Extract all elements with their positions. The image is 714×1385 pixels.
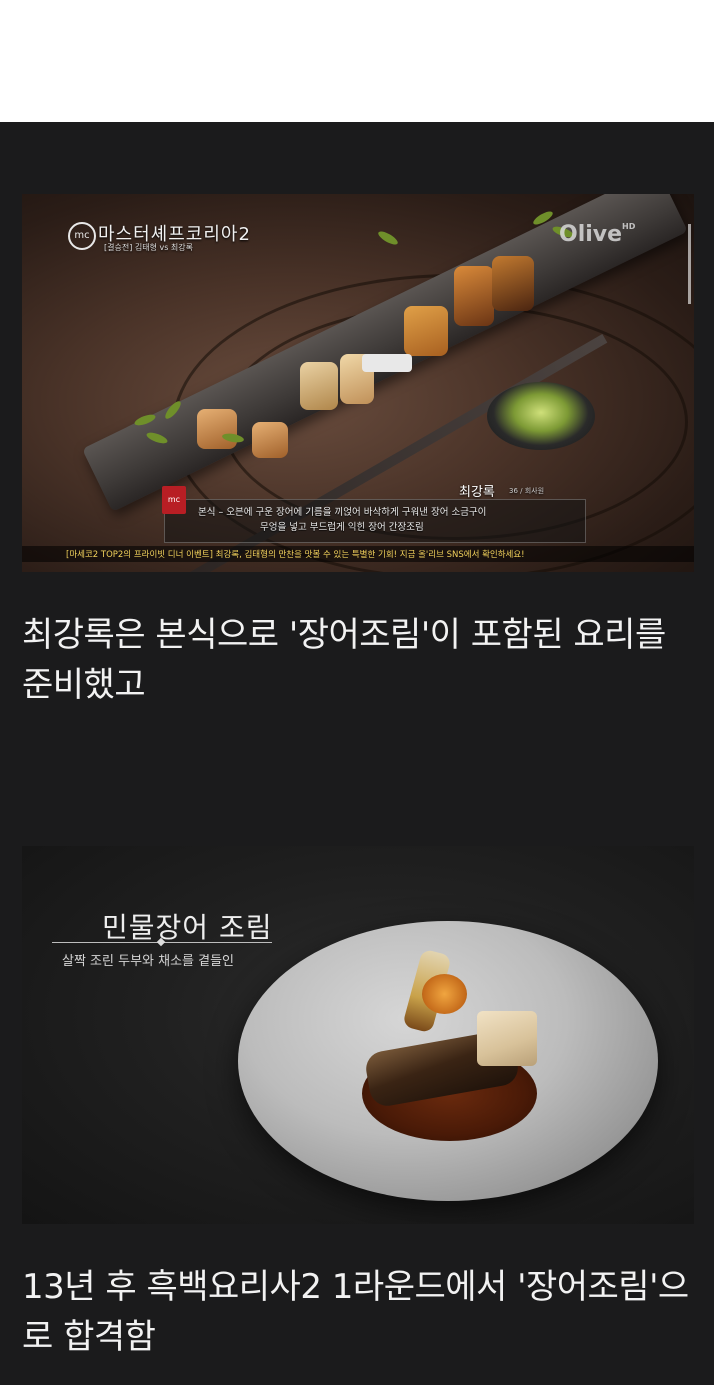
food-piece xyxy=(492,256,534,311)
chef-meta: 36 / 회사원 xyxy=(509,487,545,495)
food-piece xyxy=(300,362,338,410)
radish-slice xyxy=(362,354,412,372)
leaf-garnish xyxy=(376,229,400,247)
food-piece xyxy=(252,422,288,458)
show-subtitle: [결승전] 김태형 vs 최강록 xyxy=(104,243,194,252)
video-scroll-indicator xyxy=(688,224,691,304)
channel-logo: OliveHD xyxy=(559,222,635,247)
braised-tofu xyxy=(477,1011,537,1066)
ticker-text: [마세코2 TOP2의 프라이빗 디너 이벤트] 최강록, 김태형의 만찬을 맛… xyxy=(66,550,525,560)
caption-1: 최강록은 본식으로 '장어조림'이 포함된 요리를 준비했고 xyxy=(22,615,666,705)
orange-garnish xyxy=(422,974,467,1014)
food-piece xyxy=(404,306,448,356)
side-bowl xyxy=(487,382,595,450)
food-piece xyxy=(197,409,237,449)
chef-name: 최강록 xyxy=(459,485,495,500)
description-line-2: 무엉을 넣고 부드럽게 익힌 장어 간장조림 xyxy=(260,522,424,533)
dish-title: 민물장어 조림 xyxy=(102,911,273,944)
channel-suffix: HD xyxy=(622,222,636,231)
channel-name: Olive xyxy=(559,222,623,247)
eel-dish-image[interactable]: 민물장어 조림 살짝 조린 두부와 채소를 곁들인 xyxy=(22,846,694,1224)
masterchef-dish-image[interactable]: mc 마스터셰프코리아2 [결승전] 김태형 vs 최강록 OliveHD 최강… xyxy=(22,194,694,572)
caption-2: 13년 후 흑백요리사2 1라운드에서 '장어조림'으로 합격함 xyxy=(22,1267,689,1357)
description-line-1: 본식 – 오븐에 구운 장어에 기름을 끼얹어 바삭하게 구워낸 장어 소금구이 xyxy=(198,507,487,518)
dish-subtitle: 살짝 조린 두부와 채소를 곁들인 xyxy=(62,954,235,969)
masterchef-logo-icon: mc xyxy=(68,222,96,250)
mc-badge-icon: mc xyxy=(162,486,186,514)
top-blank-area xyxy=(0,0,714,122)
food-piece xyxy=(454,266,494,326)
